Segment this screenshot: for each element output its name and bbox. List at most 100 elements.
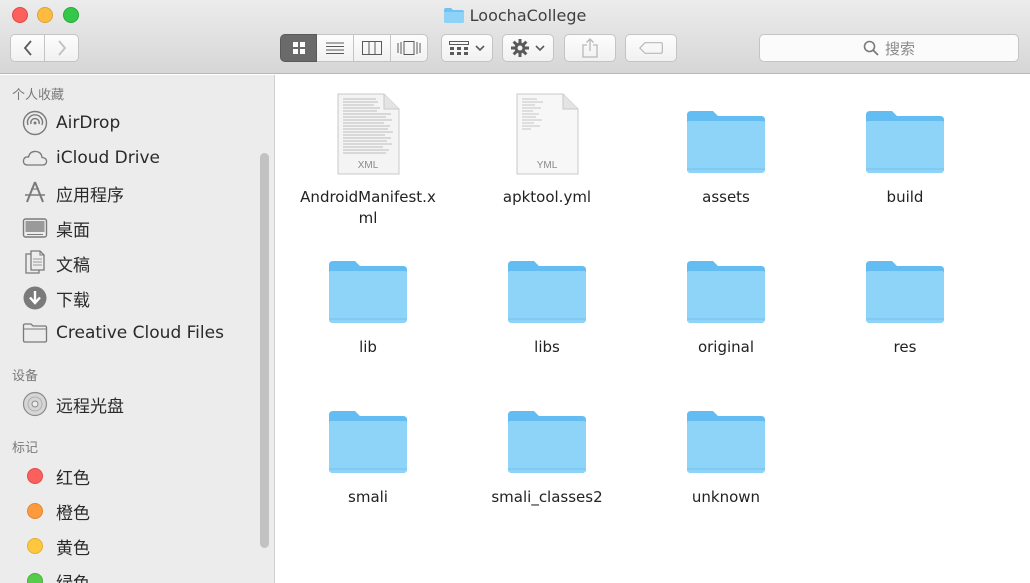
share-icon: [582, 38, 598, 58]
file-name-label: smali_classes2: [491, 488, 603, 506]
search-field[interactable]: 搜索: [759, 34, 1019, 62]
view-mode-switcher: [280, 34, 428, 62]
folder-item-libs[interactable]: libs: [462, 235, 632, 358]
share-button[interactable]: [564, 34, 616, 62]
folder-icon: [860, 235, 950, 325]
chevron-left-icon: [23, 40, 32, 56]
file-name-label: assets: [702, 188, 750, 206]
sidebar-item-label: 黄色: [56, 538, 90, 559]
cover-flow-icon: [397, 41, 421, 55]
columns-icon: [362, 41, 382, 55]
sidebar-item-tag-green[interactable]: 绿色: [22, 566, 90, 583]
arrange-button[interactable]: [441, 34, 493, 62]
tag-color-dot-icon: [22, 463, 48, 489]
sidebar-item-applications[interactable]: 应用程序: [22, 178, 124, 208]
list-view-button[interactable]: [317, 34, 354, 62]
folder-icon: [502, 385, 592, 475]
file-grid: XML AndroidManifest.x ml YML apktool.yml…: [276, 75, 1030, 583]
chevron-down-icon: [475, 45, 485, 52]
sidebar-item-label: 远程光盘: [56, 396, 124, 417]
chevron-down-icon: [535, 45, 545, 52]
search-icon: [863, 40, 879, 56]
file-name-line: AndroidManifest.x: [300, 188, 436, 206]
column-view-button[interactable]: [354, 34, 391, 62]
sidebar-item-label: 下载: [56, 290, 90, 311]
folder-item-unknown[interactable]: unknown: [641, 385, 811, 508]
applications-icon: [22, 180, 48, 206]
devices-section-title: 设备: [12, 369, 39, 384]
sidebar-item-label: iCloud Drive: [56, 148, 161, 168]
file-name-label: unknown: [691, 488, 761, 506]
file-type-label: XML: [358, 160, 379, 171]
file-name-label: smali: [348, 488, 388, 506]
back-button[interactable]: [10, 34, 45, 62]
folder-icon: [860, 85, 950, 175]
desktop-icon: [22, 215, 48, 241]
folder-item-build[interactable]: build: [820, 85, 990, 208]
icon-view-button[interactable]: [280, 34, 317, 62]
file-name-label: build: [886, 188, 924, 206]
tag-button[interactable]: [625, 34, 677, 62]
sidebar-item-label: 桌面: [56, 220, 90, 241]
tag-color-dot-icon: [22, 533, 48, 559]
finder-window: LoochaCollege 搜索 个人收藏 AirDrop iCloud Dri…: [0, 0, 1030, 583]
folder-icon: [502, 235, 592, 325]
sidebar-item-icloud-drive[interactable]: iCloud Drive: [22, 143, 160, 173]
icon-grid-icon: [292, 42, 305, 54]
folder-icon: [22, 320, 48, 346]
sidebar-item-creative-cloud-files[interactable]: Creative Cloud Files: [22, 318, 224, 348]
folder-item-original[interactable]: original: [641, 235, 811, 358]
folder-icon: [681, 385, 771, 475]
sidebar-item-downloads[interactable]: 下载: [22, 283, 90, 313]
tag-color-dot-icon: [22, 568, 48, 583]
sidebar-item-desktop[interactable]: 桌面: [22, 213, 90, 243]
tags-section-title: 标记: [12, 441, 39, 456]
folder-icon: [323, 235, 413, 325]
file-item-androidmanifest[interactable]: XML AndroidManifest.x ml: [283, 85, 453, 229]
folder-icon: [443, 8, 464, 23]
sidebar-item-label: 应用程序: [56, 185, 124, 206]
sidebar-item-label: AirDrop: [56, 113, 121, 133]
folder-item-smali[interactable]: smali: [283, 385, 453, 508]
search-placeholder: 搜索: [884, 39, 915, 58]
sidebar-item-airdrop[interactable]: AirDrop: [22, 108, 120, 138]
file-name-line: ml: [358, 209, 378, 227]
documents-icon: [22, 250, 48, 276]
sidebar-item-tag-yellow[interactable]: 黄色: [22, 531, 90, 561]
cover-flow-view-button[interactable]: [391, 34, 428, 62]
yml-document-icon: YML: [502, 85, 592, 175]
folder-icon: [681, 235, 771, 325]
sidebar-item-documents[interactable]: 文稿: [22, 248, 90, 278]
xml-document-icon: XML: [323, 85, 413, 175]
icloud-icon: [22, 145, 48, 171]
arrange-grid-icon: [449, 41, 469, 55]
favorites-section-title: 个人收藏: [12, 88, 65, 103]
file-item-apktool[interactable]: YML apktool.yml: [462, 85, 632, 208]
folder-item-smali-classes2[interactable]: smali_classes2: [462, 385, 632, 508]
forward-button[interactable]: [45, 34, 79, 62]
sidebar-item-tag-red[interactable]: 红色: [22, 461, 90, 491]
sidebar-item-tag-orange[interactable]: 橙色: [22, 496, 90, 526]
sidebar-item-label: 绿色: [56, 569, 90, 583]
window-title-text: LoochaCollege: [469, 6, 587, 25]
folder-icon: [681, 85, 771, 175]
action-button[interactable]: [502, 34, 554, 62]
sidebar-item-remote-disc[interactable]: 远程光盘: [22, 389, 124, 419]
folder-item-assets[interactable]: assets: [641, 85, 811, 208]
window-title: LoochaCollege: [0, 5, 1030, 27]
list-icon: [326, 42, 344, 54]
disc-icon: [22, 391, 48, 417]
file-type-label: YML: [537, 160, 558, 171]
sidebar-scrollbar[interactable]: [260, 153, 269, 548]
folder-item-lib[interactable]: lib: [283, 235, 453, 358]
sidebar-item-label: 橙色: [56, 503, 90, 524]
tag-icon: [639, 42, 663, 54]
file-name-label: libs: [534, 338, 560, 356]
tag-color-dot-icon: [22, 498, 48, 524]
file-name-label: lib: [359, 338, 377, 356]
sidebar-item-label: 文稿: [56, 255, 90, 276]
airdrop-icon: [22, 110, 48, 136]
navigation-buttons: [10, 34, 79, 62]
file-name-label: res: [893, 338, 917, 356]
folder-item-res[interactable]: res: [820, 235, 990, 358]
